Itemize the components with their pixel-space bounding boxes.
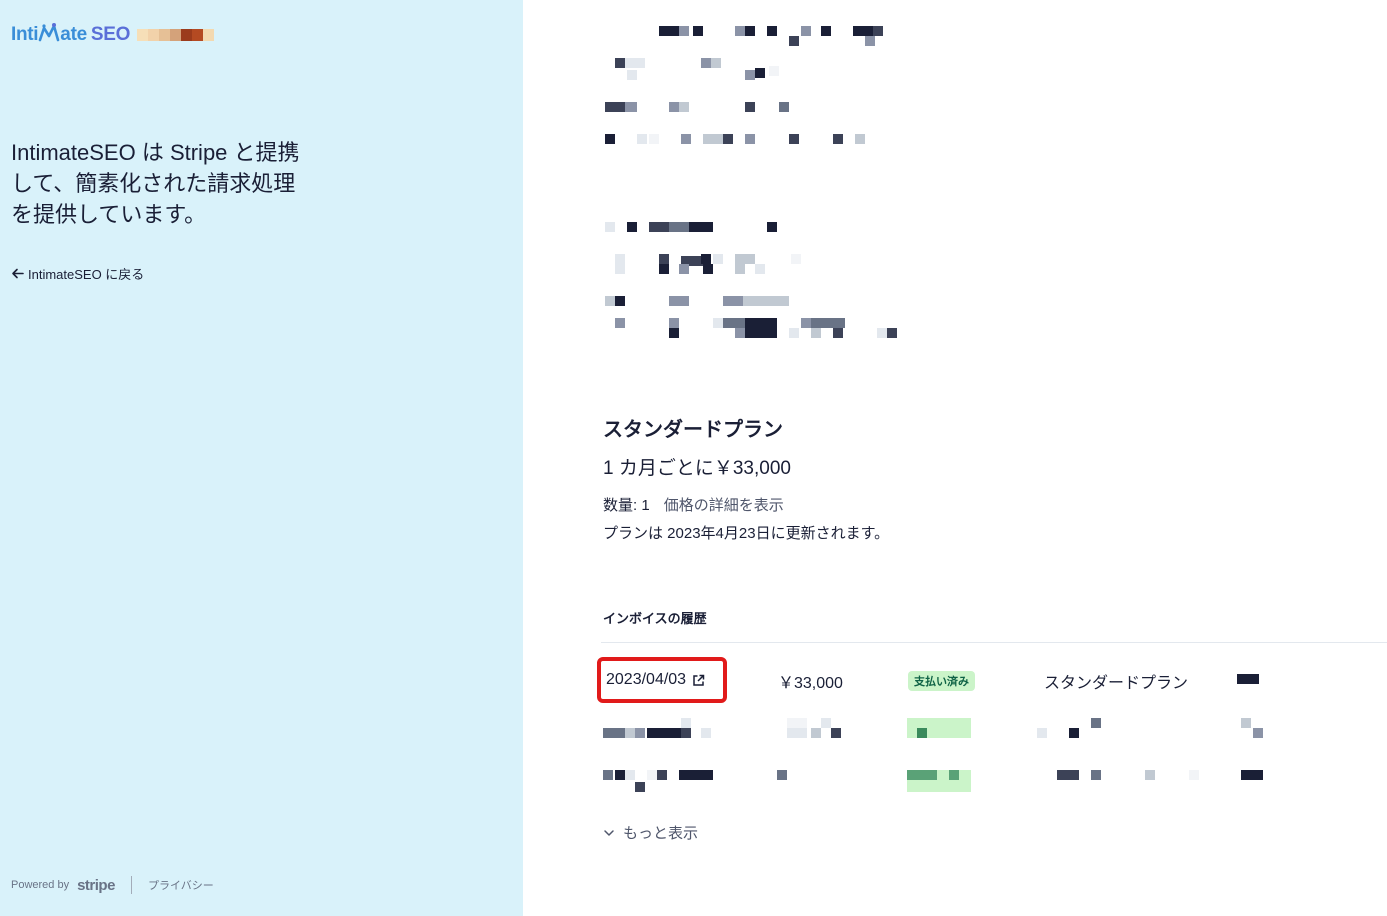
- invoice-row[interactable]: 2023/04/03 ￥33,000 支払い済み スタンダードプラン: [523, 657, 1387, 703]
- plan-quantity-row: 数量: 1 価格の詳細を表示: [603, 494, 784, 515]
- arrow-left-icon: [12, 268, 24, 279]
- privacy-link[interactable]: プライバシー: [148, 877, 214, 893]
- powered-by-label: Powered by: [11, 879, 70, 891]
- stripe-logo[interactable]: stripe: [77, 877, 115, 894]
- price-detail-link[interactable]: 価格の詳細を表示: [664, 494, 784, 515]
- invoice-amount: ￥33,000: [778, 675, 843, 692]
- invoice-plan: スタンダードプラン: [1044, 675, 1189, 692]
- redacted-brand-suffix: [137, 29, 215, 41]
- chevron-down-icon: [604, 829, 614, 836]
- back-link-label: IntimateSEO に戻る: [28, 267, 145, 282]
- brand-logo: Inti ate SEO: [11, 22, 215, 46]
- invoice-history-title: インボイスの履歴: [603, 611, 707, 626]
- plan-quantity: 数量: 1: [603, 497, 650, 514]
- show-more-link[interactable]: もっと表示: [603, 822, 698, 843]
- right-panel: スタンダードプラン 1 カ月ごとに￥33,000 数量: 1 価格の詳細を表示 …: [523, 0, 1387, 916]
- external-link-icon: [693, 674, 705, 686]
- brand-mark-icon: [38, 23, 60, 42]
- invoice-date: 2023/04/03: [606, 671, 687, 688]
- plan-title: スタンダードプラン: [603, 419, 783, 441]
- redacted-customer-info: [523, 0, 1387, 360]
- status-badge: 支払い済み: [908, 671, 975, 691]
- left-panel: Inti ate SEO IntimateSEO は Stripe と提携して、簡素…: [0, 0, 523, 916]
- redacted-invoice-rows: [523, 700, 1387, 800]
- brand-name: Inti ate SEO: [11, 23, 131, 45]
- footer: Powered by stripe プライバシー: [11, 876, 214, 894]
- tagline: IntimateSEO は Stripe と提携して、簡素化された請求処理を提供…: [11, 140, 300, 227]
- plan-price: 1 カ月ごとに￥33,000: [603, 458, 791, 479]
- invoice-history-divider: [601, 642, 1387, 643]
- back-to-merchant-link[interactable]: IntimateSEO に戻る: [11, 264, 144, 283]
- footer-divider: [130, 876, 132, 894]
- invoice-date-link[interactable]: 2023/04/03: [597, 657, 727, 703]
- show-more-label: もっと表示: [623, 825, 699, 842]
- plan-renewal-note: プランは 2023年4月23日に更新されます。: [603, 525, 890, 542]
